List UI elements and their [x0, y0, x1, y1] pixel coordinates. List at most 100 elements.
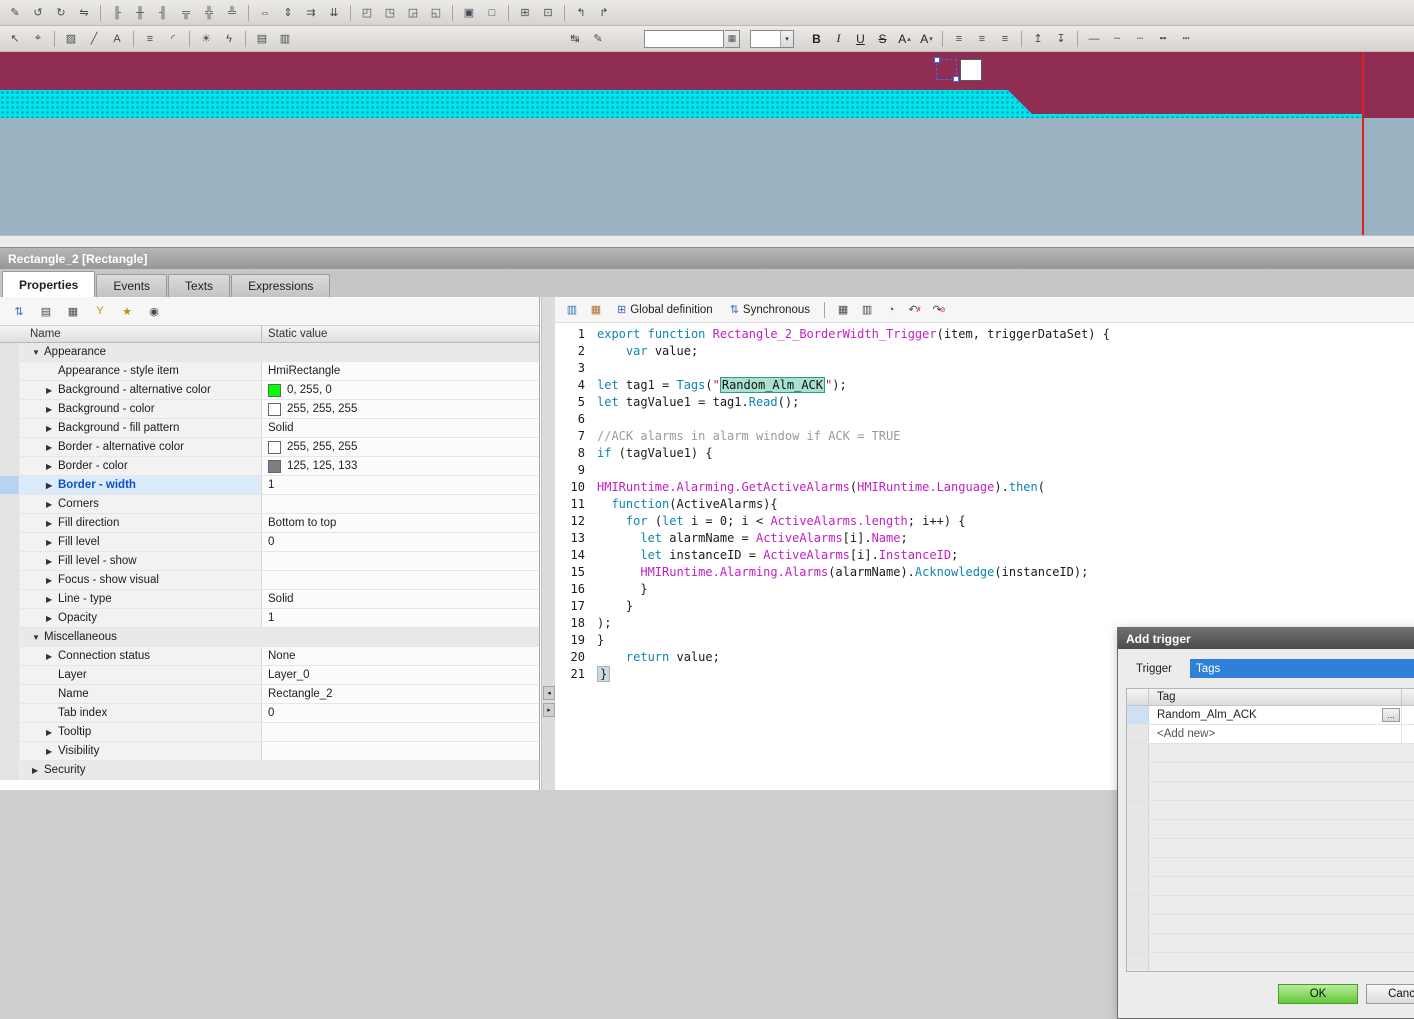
flip-horizontal-icon[interactable]: ⇋	[73, 3, 95, 23]
property-value[interactable]: 0, 255, 0	[262, 381, 539, 399]
property-value[interactable]	[262, 571, 539, 589]
property-value[interactable]: Solid	[262, 419, 539, 437]
text-align-right-icon[interactable]: ≡	[994, 29, 1016, 49]
distribute-vertical-icon[interactable]: ⇊	[323, 3, 345, 23]
property-row[interactable]: Appearance - style itemHmiRectangle	[0, 362, 539, 381]
scroll-right-icon[interactable]: ▸	[543, 703, 555, 717]
sort-icon[interactable]: ⇅	[8, 301, 30, 321]
insert-tag-icon[interactable]: ▦	[832, 300, 854, 320]
property-value[interactable]: HmiRectangle	[262, 362, 539, 380]
bold-button[interactable]: B	[806, 29, 827, 49]
insert-timer-icon[interactable]: ◔	[880, 300, 902, 320]
trigger-type-dropdown[interactable]: Tags ▼	[1190, 659, 1414, 678]
property-group-row[interactable]: ▼Miscellaneous	[0, 628, 539, 647]
expander-icon[interactable]: ▶	[46, 652, 58, 661]
property-row[interactable]: ▶Border - color125, 125, 133	[0, 457, 539, 476]
distribute-horizontal-icon[interactable]: ⇉	[300, 3, 322, 23]
insert-plc-tag-icon[interactable]: ▥	[856, 300, 878, 320]
show-all-icon[interactable]: ◉	[143, 301, 165, 321]
tab-properties[interactable]: Properties	[2, 271, 95, 297]
expander-icon[interactable]: ▶	[46, 519, 58, 528]
property-row[interactable]: ▶Opacity1	[0, 609, 539, 628]
property-row[interactable]: ▶Background - alternative color0, 255, 0	[0, 381, 539, 400]
property-row[interactable]: ▶Focus - show visual	[0, 571, 539, 590]
tab-events[interactable]: Events	[96, 274, 167, 297]
tab-order-back-icon[interactable]: ↱	[593, 3, 615, 23]
snap-to-grid-icon[interactable]: ⊡	[537, 3, 559, 23]
valign-top-icon[interactable]: ↥	[1027, 29, 1049, 49]
expander-icon[interactable]: ▶	[46, 538, 58, 547]
property-value[interactable]: Rectangle_2	[262, 685, 539, 703]
objects-list-icon[interactable]: ▥	[274, 29, 296, 49]
edit-points-icon[interactable]: ✎	[587, 29, 609, 49]
font-size-down-button[interactable]: A▾	[916, 29, 937, 49]
align-left-icon[interactable]: ╟	[106, 3, 128, 23]
tab-order-forward-icon[interactable]: ↰	[570, 3, 592, 23]
property-value[interactable]: 0	[262, 533, 539, 551]
expander-icon[interactable]: ▶	[46, 481, 58, 490]
tab-texts[interactable]: Texts	[168, 274, 230, 297]
expander-icon[interactable]: ▶	[46, 443, 58, 452]
line-style-solid-icon[interactable]: —	[1083, 29, 1105, 49]
property-grid-icon[interactable]: ▦	[62, 301, 84, 321]
expander-icon[interactable]: ▶	[46, 500, 58, 509]
selection-marquee[interactable]	[936, 59, 957, 80]
trigger-table-row[interactable]: Random_Alm_ACK...	[1127, 706, 1414, 725]
property-row[interactable]: Tab index0	[0, 704, 539, 723]
expander-icon[interactable]: ▼	[32, 633, 44, 642]
screen-canvas[interactable]	[0, 52, 1414, 235]
ungroup-icon[interactable]: □	[481, 3, 503, 23]
group-icon[interactable]: ▣	[458, 3, 480, 23]
property-list-icon[interactable]: ▤	[35, 301, 57, 321]
trigger-tag-cell[interactable]: <Add new>	[1149, 725, 1402, 743]
property-row[interactable]: ▶Fill level0	[0, 533, 539, 552]
property-value[interactable]: 255, 255, 255	[262, 438, 539, 456]
align-middle-icon[interactable]: ╬	[198, 3, 220, 23]
expander-icon[interactable]: ▶	[46, 728, 58, 737]
align-bottom-icon[interactable]: ╩	[221, 3, 243, 23]
global-definition-button[interactable]: ⊞ Global definition	[610, 300, 720, 319]
favorites-icon[interactable]: ★	[116, 301, 138, 321]
align-center-icon[interactable]: ╫	[129, 3, 151, 23]
filter-icon[interactable]: Y	[89, 301, 111, 321]
tab-expressions[interactable]: Expressions	[231, 274, 330, 297]
line-width-icon[interactable]: ≡	[139, 29, 161, 49]
property-value[interactable]: 125, 125, 133	[262, 457, 539, 475]
expander-icon[interactable]: ▶	[46, 462, 58, 471]
property-group-row[interactable]: ▼Appearance	[0, 343, 539, 362]
fill-color-icon[interactable]: ▨	[60, 29, 82, 49]
font-size-combo[interactable]: ▾	[750, 30, 794, 48]
property-row[interactable]: NameRectangle_2	[0, 685, 539, 704]
script-overview-icon[interactable]: ▥	[561, 300, 583, 320]
align-right-icon[interactable]: ╢	[152, 3, 174, 23]
expander-icon[interactable]: ▶	[46, 576, 58, 585]
property-group-row[interactable]: ▶Security	[0, 761, 539, 780]
property-row[interactable]: ▶Fill directionBottom to top	[0, 514, 539, 533]
expander-icon[interactable]: ▶	[32, 766, 44, 775]
bring-forward-icon[interactable]: ◳	[379, 3, 401, 23]
same-height-icon[interactable]: ⇕	[277, 3, 299, 23]
ok-button[interactable]: OK	[1278, 984, 1358, 1004]
expander-icon[interactable]: ▶	[46, 386, 58, 395]
text-align-left-icon[interactable]: ≡	[948, 29, 970, 49]
property-value[interactable]: Solid	[262, 590, 539, 608]
property-row[interactable]: ▶Background - fill patternSolid	[0, 419, 539, 438]
bring-to-front-icon[interactable]: ◰	[356, 3, 378, 23]
property-value[interactable]: Bottom to top	[262, 514, 539, 532]
valign-bottom-icon[interactable]: ↧	[1050, 29, 1072, 49]
font-name-combo-button[interactable]: ▦	[725, 30, 740, 48]
blink-icon[interactable]: ☀	[195, 29, 217, 49]
line-style-dash-dot-icon[interactable]: ╍	[1152, 29, 1174, 49]
property-row[interactable]: ▶Corners	[0, 495, 539, 514]
font-color-icon[interactable]: A	[106, 29, 128, 49]
check-syntax-icon[interactable]: ↶✗	[904, 300, 926, 320]
tab-sequence-icon[interactable]: ↹	[564, 29, 586, 49]
strikethrough-button[interactable]: S	[872, 29, 893, 49]
property-value[interactable]: Layer_0	[262, 666, 539, 684]
pan-view-icon[interactable]: ⌖	[27, 29, 49, 49]
align-top-icon[interactable]: ╦	[175, 3, 197, 23]
rotate-right-icon[interactable]: ↻	[50, 3, 72, 23]
synchronous-button[interactable]: ⇅ Synchronous	[723, 300, 817, 319]
property-row[interactable]: ▶Line - typeSolid	[0, 590, 539, 609]
property-row[interactable]: ▶Border - width1	[0, 476, 539, 495]
